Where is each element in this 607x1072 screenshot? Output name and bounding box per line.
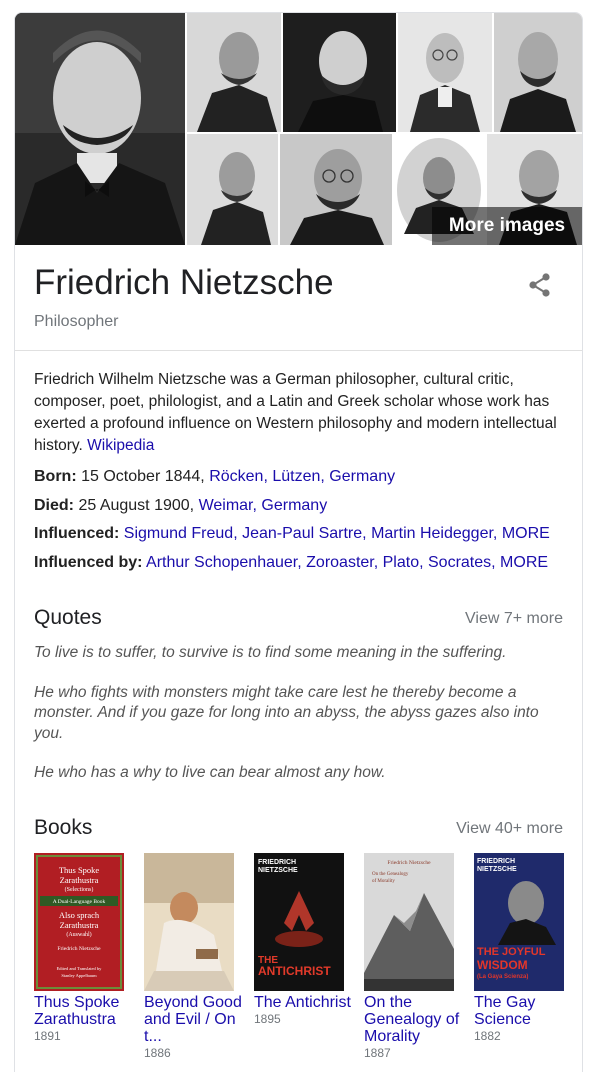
book-card[interactable]: Thus Spoke Zarathustra (Selections) A Du… [34, 853, 134, 1043]
image-collage: More images [15, 13, 582, 245]
link-germany[interactable]: Germany [329, 468, 395, 485]
svg-text:(La Gaya Scienza): (La Gaya Scienza) [477, 974, 528, 980]
book-title[interactable]: The Gay Science [474, 994, 574, 1028]
fact-label: Influenced by: [34, 554, 142, 571]
title-block: Friedrich Nietzsche Philosopher [15, 245, 582, 351]
fact-influenced-by: Influenced by: Arthur Schopenhauer, Zoro… [34, 549, 563, 578]
fact-label: Influenced: [34, 525, 119, 542]
facts: Born: 15 October 1844, Röcken, Lützen, G… [15, 457, 582, 577]
svg-text:WISDOM: WISDOM [477, 958, 528, 972]
more-images-button[interactable]: More images [432, 207, 582, 245]
book-cover [144, 853, 234, 991]
quotes-list: To live is to suffer, to survive is to f… [15, 643, 582, 784]
svg-text:Also sprach: Also sprach [59, 910, 100, 920]
svg-text:(Auswahl): (Auswahl) [66, 931, 91, 938]
book-title[interactable]: On the Genealogy of Morality [364, 994, 464, 1045]
book-card[interactable]: Beyond Good and Evil / On t... 1886 [144, 853, 244, 1060]
svg-text:of Morality: of Morality [372, 879, 395, 884]
book-cover: FRIEDRICH NIETZSCHE THE ANTICHRIST [254, 853, 344, 991]
book-card[interactable]: FRIEDRICH NIETZSCHE THE JOYFUL WISDOM (L… [474, 853, 574, 1043]
book-cover: FRIEDRICH NIETZSCHE THE JOYFUL WISDOM (L… [474, 853, 564, 991]
link-sartre[interactable]: Jean-Paul Sartre, [242, 525, 367, 542]
svg-text:On the Genealogy: On the Genealogy [372, 872, 409, 877]
link-germany[interactable]: Germany [261, 497, 327, 514]
description: Friedrich Wilhelm Nietzsche was a German… [15, 351, 582, 457]
portrait-photo[interactable] [280, 134, 392, 245]
book-card[interactable]: FRIEDRICH NIETZSCHE THE ANTICHRIST The A… [254, 853, 354, 1026]
book-year: 1887 [364, 1046, 464, 1060]
link-schopenhauer[interactable]: Arthur Schopenhauer, [146, 554, 302, 571]
book-cover: Thus Spoke Zarathustra (Selections) A Du… [34, 853, 124, 991]
book-title[interactable]: Thus Spoke Zarathustra [34, 994, 134, 1028]
portrait-photo[interactable] [187, 134, 278, 245]
link-freud[interactable]: Sigmund Freud, [124, 525, 238, 542]
svg-text:FRIEDRICH: FRIEDRICH [258, 859, 296, 866]
book-year: 1882 [474, 1029, 574, 1043]
fact-label: Died: [34, 497, 74, 514]
svg-text:ANTICHRIST: ANTICHRIST [258, 964, 331, 978]
portrait-photo[interactable] [398, 13, 492, 132]
portrait-photo[interactable] [283, 13, 396, 132]
link-socrates[interactable]: Socrates, [428, 554, 496, 571]
svg-text:NIETZSCHE: NIETZSCHE [258, 867, 298, 874]
link-heidegger[interactable]: Martin Heidegger, [371, 525, 497, 542]
knowledge-panel: More images Friedrich Nietzsche Philosop… [14, 12, 583, 1072]
book-title[interactable]: The Antichrist [254, 994, 354, 1011]
quote[interactable]: He who fights with monsters might take c… [34, 683, 563, 745]
svg-text:Edited and Translated by: Edited and Translated by [57, 966, 103, 971]
books-carousel: Thus Spoke Zarathustra (Selections) A Du… [15, 853, 582, 1072]
book-cover: Friedrich Nietzsche On the Genealogy of … [364, 853, 454, 991]
link-lutzen[interactable]: Lützen, [272, 468, 324, 485]
portrait-photo[interactable] [494, 13, 582, 132]
svg-text:Zarathustra: Zarathustra [60, 920, 99, 930]
svg-text:Stanley Appelbaum: Stanley Appelbaum [61, 973, 97, 978]
book-year: 1895 [254, 1012, 354, 1026]
fact-born: Born: 15 October 1844, Röcken, Lützen, G… [34, 463, 563, 492]
share-icon[interactable] [526, 271, 554, 299]
book-title[interactable]: Beyond Good and Evil / On t... [144, 994, 244, 1045]
quote[interactable]: He who has a why to live can bear almost… [34, 763, 563, 784]
svg-text:Thus Spoke: Thus Spoke [59, 865, 100, 875]
fact-label: Born: [34, 468, 77, 485]
link-weimar[interactable]: Weimar, [199, 497, 257, 514]
book-year: 1891 [34, 1029, 134, 1043]
fact-died: Died: 25 August 1900, Weimar, Germany [34, 492, 563, 521]
portrait-photo[interactable] [187, 13, 281, 132]
book-card[interactable]: Friedrich Nietzsche On the Genealogy of … [364, 853, 464, 1060]
link-plato[interactable]: Plato, [383, 554, 424, 571]
book-year: 1886 [144, 1046, 244, 1060]
portrait-photo-main[interactable] [15, 13, 185, 245]
view-more-quotes-link[interactable]: View 7+ more [465, 610, 563, 628]
books-title: Books [34, 816, 92, 840]
quote[interactable]: To live is to suffer, to survive is to f… [34, 643, 563, 664]
link-rocken[interactable]: Röcken, [209, 468, 268, 485]
quotes-title: Quotes [34, 606, 102, 630]
fact-value: 25 August 1900, [78, 497, 194, 514]
subtitle: Philosopher [34, 313, 119, 331]
more-link[interactable]: MORE [502, 525, 550, 542]
svg-text:Friedrich Nietzsche: Friedrich Nietzsche [387, 860, 431, 866]
wikipedia-link[interactable]: Wikipedia [87, 437, 154, 454]
fact-value: 15 October 1844, [81, 468, 205, 485]
more-link[interactable]: MORE [500, 554, 548, 571]
svg-text:Friedrich Nietzsche: Friedrich Nietzsche [57, 946, 101, 952]
books-header: Books View 40+ more [15, 803, 582, 853]
quotes-header: Quotes View 7+ more [15, 593, 582, 643]
svg-text:FRIEDRICH: FRIEDRICH [477, 858, 515, 865]
svg-text:THE JOYFUL: THE JOYFUL [477, 946, 546, 958]
link-zoroaster[interactable]: Zoroaster, [306, 554, 378, 571]
svg-text:NIETZSCHE: NIETZSCHE [477, 866, 517, 873]
svg-text:A Dual-Language Book: A Dual-Language Book [53, 899, 106, 905]
svg-text:(Selections): (Selections) [65, 886, 94, 893]
svg-text:Zarathustra: Zarathustra [60, 875, 99, 885]
view-more-books-link[interactable]: View 40+ more [456, 820, 563, 838]
page-title: Friedrich Nietzsche [34, 263, 334, 303]
fact-influenced: Influenced: Sigmund Freud, Jean-Paul Sar… [34, 520, 563, 549]
